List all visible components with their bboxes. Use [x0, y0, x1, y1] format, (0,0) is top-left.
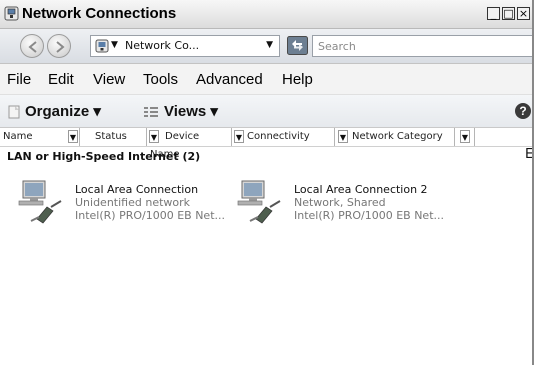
- address-bar[interactable]: ▼ Network Co... ▼: [90, 35, 280, 57]
- back-arrow-icon: [28, 41, 37, 53]
- connection-status: Unidentified network: [75, 196, 191, 209]
- network-adapter-icon: [236, 177, 284, 229]
- maximize-button[interactable]: □: [502, 7, 515, 20]
- help-icon[interactable]: ?: [515, 103, 531, 119]
- connection-device: Intel(R) PRO/1000 EB Net...: [294, 209, 444, 222]
- forward-button[interactable]: [47, 34, 71, 58]
- menu-bar: File Edit View Tools Advanced Help: [0, 64, 534, 95]
- column-connectivity-label: Connectivity: [247, 131, 310, 142]
- menu-edit[interactable]: Edit: [48, 71, 74, 88]
- close-button[interactable]: ×: [517, 7, 530, 20]
- views-label: Views: [164, 103, 207, 120]
- column-spacer: [455, 128, 475, 146]
- address-dropdown-icon[interactable]: ▼: [266, 40, 273, 50]
- views-button[interactable]: Views ▾: [164, 102, 218, 120]
- menu-file[interactable]: File: [7, 71, 31, 88]
- window-title: Network Connections: [22, 5, 177, 22]
- column-network-category[interactable]: Network Category: [335, 128, 455, 146]
- breadcrumb-caret-icon[interactable]: ▼: [111, 40, 118, 50]
- column-headers: Name ▼ Status ▼ Device Name ▼ Connectivi…: [0, 128, 534, 160]
- connection-status: Network, Shared: [294, 196, 386, 209]
- refresh-icon: [287, 36, 308, 55]
- forward-arrow-icon: [56, 41, 65, 53]
- organize-icon: [7, 104, 21, 123]
- command-bar: Organize ▾ Views ▾ ?: [0, 95, 534, 128]
- connection-device: Intel(R) PRO/1000 EB Net...: [75, 209, 225, 222]
- address-path: Network Co...: [125, 39, 200, 52]
- menu-tools[interactable]: Tools: [143, 71, 178, 88]
- address-toolbar: ▼ Network Co... ▼ Search: [0, 29, 534, 64]
- views-icon: [143, 104, 159, 123]
- organize-label: Organize: [25, 103, 90, 120]
- refresh-button[interactable]: [287, 36, 308, 55]
- column-device-name[interactable]: Device Name: [147, 128, 232, 160]
- search-input[interactable]: Search: [312, 35, 534, 57]
- search-placeholder: Search: [318, 40, 356, 53]
- menu-view[interactable]: View: [93, 71, 125, 88]
- connection-name: Local Area Connection: [75, 183, 199, 196]
- group-header[interactable]: LAN or High-Speed Internet (2): [7, 150, 200, 163]
- column-name-filter[interactable]: ▼: [68, 130, 78, 143]
- column-status[interactable]: Status: [80, 128, 147, 146]
- column-name-label: Name: [3, 131, 33, 142]
- organize-button[interactable]: Organize ▾: [25, 102, 101, 120]
- column-connectivity[interactable]: Connectivity: [232, 128, 335, 146]
- column-network-category-label: Network Category: [352, 131, 443, 142]
- column-status-label: Status: [95, 131, 127, 142]
- network-connections-window: Network Connections _ □ × ▼ Network Co..…: [0, 0, 534, 365]
- connection-name: Local Area Connection 2: [294, 183, 428, 196]
- menu-help[interactable]: Help: [282, 71, 313, 88]
- back-button[interactable]: [20, 34, 44, 58]
- network-connections-icon: [4, 6, 19, 21]
- menu-advanced[interactable]: Advanced: [196, 71, 263, 88]
- minimize-button[interactable]: _: [487, 7, 500, 20]
- network-adapter-icon: [17, 177, 65, 229]
- title-bar[interactable]: Network Connections _ □ ×: [0, 0, 534, 29]
- address-folder-icon: [95, 38, 109, 57]
